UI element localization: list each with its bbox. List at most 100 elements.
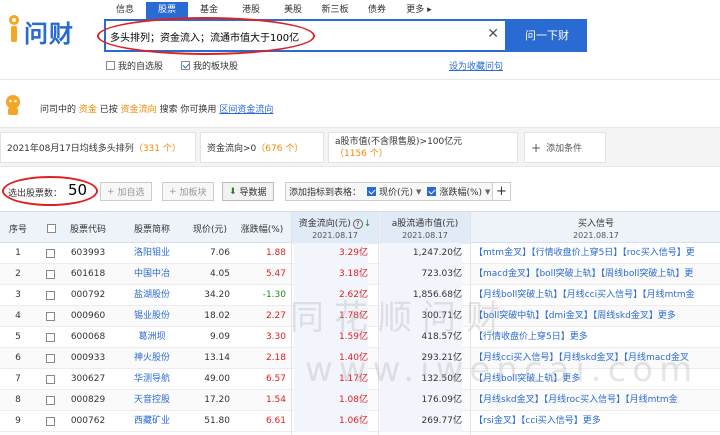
buy-signal-link[interactable]: 【mtm金叉】【行情收盘价上穿5日】【roc买入信号】更 <box>472 243 720 264</box>
tab-1[interactable]: 股票 <box>146 2 188 19</box>
table-row[interactable]: 7 300627 华测导航 49.00 6.57 1.17亿 132.50亿 【月线boll突… <box>0 369 720 390</box>
buy-signal-link[interactable]: 【macd金叉】【boll突破上轨】【周线boll突破上轨】更 <box>472 264 720 285</box>
row-select[interactable] <box>46 348 60 369</box>
tab-3[interactable]: 港股 <box>230 2 272 19</box>
col-price[interactable]: 现价(元) <box>186 212 234 244</box>
row-select[interactable] <box>46 369 60 390</box>
table-row[interactable]: 2 601618 中国中冶 4.05 5.47 3.18亿 723.03亿 【macd金叉】【… <box>0 264 720 285</box>
checkbox[interactable] <box>46 354 55 363</box>
checkbox[interactable] <box>367 187 377 196</box>
add-condition-button[interactable]: + 添加条件 <box>524 132 606 163</box>
logo[interactable]: 问财 <box>6 10 90 50</box>
sort-desc-icon[interactable]: ↓ <box>364 219 372 229</box>
col-no: 序号 <box>8 224 27 235</box>
interval-flow-link[interactable]: 区间资金流向 <box>219 105 273 115</box>
col-signal[interactable]: 买入信号 2021.08.17 <box>472 212 720 244</box>
buy-signal-link[interactable]: 【月线boll突破上轨】更多 <box>472 369 720 390</box>
col-cap[interactable]: a股流通市值(元) 2021.08.17 <box>380 212 470 244</box>
row-select[interactable] <box>46 243 60 264</box>
add-indicator-button[interactable]: + <box>492 182 511 201</box>
row-select[interactable] <box>46 285 60 306</box>
stock-name-link[interactable]: 神火股份 <box>120 348 184 369</box>
stock-name-link[interactable]: 锡业股份 <box>120 306 184 327</box>
checkbox[interactable] <box>46 312 55 321</box>
row-select[interactable] <box>46 264 60 285</box>
fund-flow: 2.62亿 <box>294 285 368 306</box>
row-select[interactable] <box>46 327 60 348</box>
mascot-icon <box>9 15 19 42</box>
tab-0[interactable]: 信息 <box>104 2 146 19</box>
condition-chip-ma[interactable]: 2021年08月17日均线多头排列 （331 个） <box>0 132 196 163</box>
table-row[interactable]: 9 000762 西藏矿业 51.80 6.61 1.06亿 269.77亿 【rsi金叉】【… <box>0 411 720 432</box>
table-row[interactable]: 8 000829 天音控股 17.20 1.54 1.08亿 176.09亿 【月线skd金叉… <box>0 390 720 411</box>
checkbox[interactable] <box>181 61 191 70</box>
table-row[interactable]: 1 603993 洛阳钼业 7.06 1.88 3.29亿 1,247.20亿 【mtm金叉】… <box>0 243 720 264</box>
checkbox[interactable] <box>106 61 115 70</box>
col-change[interactable]: 涨跌幅(%) <box>234 212 290 244</box>
buy-signal-link[interactable]: 【月线skd金叉】【月线roc买入信号】【月线mtm金 <box>472 390 720 411</box>
condition-count: （1156 个） <box>335 148 388 159</box>
col-flow-title: 资金流向(元) <box>298 219 351 229</box>
condition-chip-cap[interactable]: a股市值(不含限售股)>100亿元（1156 个） <box>328 132 518 163</box>
add-sector-button[interactable]: + 加板块 <box>162 182 214 201</box>
col-name[interactable]: 股票简称 <box>120 212 184 244</box>
plus-icon: + <box>531 140 542 155</box>
indicator-chip-price[interactable]: 现价(元) ▼ <box>367 185 421 198</box>
tab-4[interactable]: 美股 <box>272 2 314 19</box>
buy-signal-link[interactable]: 【月线boll突破上轨】【月线cci买入信号】【月线mtm金 <box>472 285 720 306</box>
checkbox[interactable] <box>427 187 437 196</box>
stock-change: 1.54 <box>265 395 286 405</box>
stock-name-link[interactable]: 盐湖股份 <box>120 285 184 306</box>
checkbox[interactable] <box>47 223 56 233</box>
row-select[interactable] <box>46 390 60 411</box>
buy-signal-link[interactable]: 【行情收盘价上穿5日】更多 <box>472 327 720 348</box>
market-cap: 269.77亿 <box>380 411 462 432</box>
stock-code: 000960 <box>70 311 106 321</box>
export-button[interactable]: ⬇ 导数据 <box>222 182 274 201</box>
checkbox[interactable] <box>46 333 55 342</box>
stock-name-link[interactable]: 西藏矿业 <box>120 411 184 432</box>
tab-2[interactable]: 基金 <box>188 2 230 19</box>
stock-name-link[interactable]: 天音控股 <box>120 390 184 411</box>
col-flow[interactable]: 资金流向(元)? ↓ 2021.08.17 <box>292 212 378 244</box>
set-favorite-link[interactable]: 设为收藏问句 <box>449 59 503 72</box>
my-watchlist-option[interactable]: 我的自选股 <box>106 59 163 72</box>
table-row[interactable]: 4 000960 锡业股份 18.02 2.27 1.78亿 300.71亿 【boll突破中… <box>0 306 720 327</box>
buy-signal-link[interactable]: 【boll突破中轨】【dmi金叉】【周线skd金叉】更多 <box>472 306 720 327</box>
divider <box>378 211 379 435</box>
tab-5[interactable]: 新三板 <box>314 2 356 19</box>
table-row[interactable]: 5 600068 葛洲坝 9.09 3.30 1.59亿 418.57亿 【行情收盘价上穿5日… <box>0 327 720 348</box>
stock-change: 2.18 <box>265 353 286 363</box>
row-no: 1 <box>15 248 21 258</box>
tab-6[interactable]: 债券 <box>356 2 398 19</box>
checkbox[interactable] <box>46 417 55 426</box>
checkbox[interactable] <box>46 249 55 258</box>
buy-signal-link[interactable]: 【rsi金叉】【cci买入信号】更多 <box>472 411 720 432</box>
stock-change: 3.30 <box>265 332 286 342</box>
search-button[interactable]: 问一下财 <box>507 19 587 52</box>
row-select[interactable] <box>46 306 60 327</box>
market-cap: 293.21亿 <box>380 348 462 369</box>
stock-name-link[interactable]: 葛洲坝 <box>120 327 184 348</box>
stock-name-link[interactable]: 洛阳钼业 <box>120 243 184 264</box>
checkbox[interactable] <box>46 270 55 279</box>
table-row[interactable]: 3 000792 盐湖股份 34.20 -1.30 2.62亿 1,856.68亿 【月线bo… <box>0 285 720 306</box>
checkbox[interactable] <box>46 396 55 405</box>
table-row[interactable]: 6 000933 神火股份 13.14 2.18 1.40亿 293.21亿 【月线cci买入… <box>0 348 720 369</box>
tab-7[interactable]: 更多 ▸ <box>398 2 440 19</box>
checkbox[interactable] <box>46 375 55 384</box>
indicator-chip-change[interactable]: 涨跌幅(%) ▼ <box>427 185 490 198</box>
row-select[interactable] <box>46 411 60 432</box>
help-icon[interactable]: ? <box>352 219 363 229</box>
add-watchlist-button[interactable]: + 加自选 <box>100 182 152 201</box>
search-input[interactable] <box>110 27 480 45</box>
condition-chip-flow[interactable]: 资金流向>0 （676 个） <box>200 132 324 163</box>
checkbox[interactable] <box>46 291 55 300</box>
my-sector-option[interactable]: 我的板块股 <box>181 59 238 72</box>
stock-name-link[interactable]: 中国中冶 <box>120 264 184 285</box>
buy-signal-link[interactable]: 【月线cci买入信号】【月线skd金叉】【月线macd金叉 <box>472 348 720 369</box>
stock-name-link[interactable]: 华测导航 <box>120 369 184 390</box>
col-code[interactable]: 股票代码 <box>62 212 114 244</box>
close-icon[interactable]: ✕ <box>487 26 499 42</box>
market-cap: 418.57亿 <box>380 327 462 348</box>
